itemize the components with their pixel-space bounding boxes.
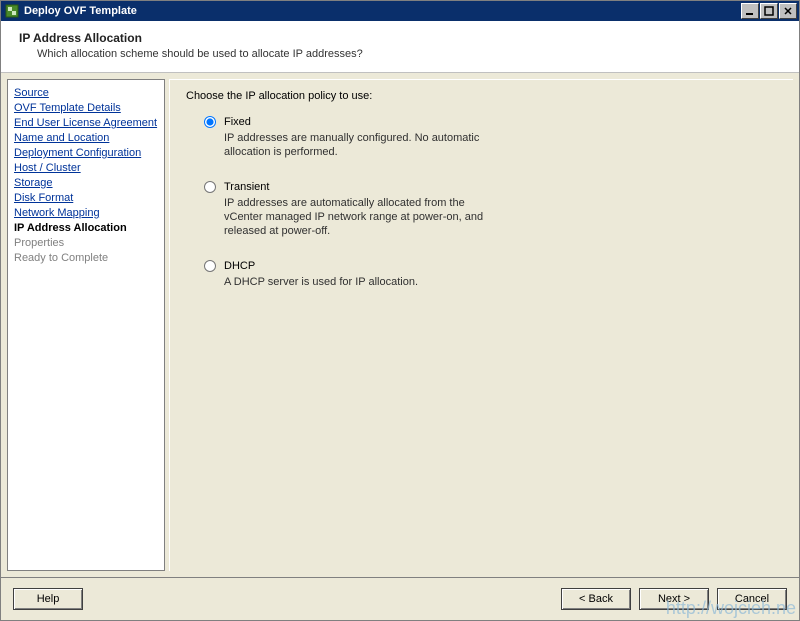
radio-transient[interactable] [204, 181, 216, 193]
radio-fixed[interactable] [204, 116, 216, 128]
window-title: Deploy OVF Template [24, 5, 137, 17]
window-frame: Deploy OVF Template IP Address Allocatio… [0, 0, 800, 621]
step-ip-address-allocation: IP Address Allocation [14, 221, 158, 235]
close-button[interactable] [779, 3, 797, 19]
option-dhcp[interactable]: DHCP A DHCP server is used for IP alloca… [186, 260, 777, 289]
step-properties: Properties [14, 236, 158, 250]
header-panel: IP Address Allocation Which allocation s… [1, 21, 799, 73]
step-ready-complete: Ready to Complete [14, 251, 158, 265]
help-button[interactable]: Help [13, 588, 83, 610]
app-icon [5, 4, 19, 18]
cancel-button[interactable]: Cancel [717, 588, 787, 610]
maximize-button[interactable] [760, 3, 778, 19]
option-fixed-label: Fixed [224, 116, 484, 128]
next-button[interactable]: Next > [639, 588, 709, 610]
step-ovf-template-details[interactable]: OVF Template Details [14, 101, 158, 115]
step-storage[interactable]: Storage [14, 176, 158, 190]
step-name-location[interactable]: Name and Location [14, 131, 158, 145]
option-fixed[interactable]: Fixed IP addresses are manually configur… [186, 116, 777, 159]
option-dhcp-label: DHCP [224, 260, 418, 272]
option-transient-label: Transient [224, 181, 484, 193]
instruction-text: Choose the IP allocation policy to use: [186, 90, 777, 102]
wizard-steps-sidebar: Source OVF Template Details End User Lic… [7, 79, 165, 571]
back-button[interactable]: < Back [561, 588, 631, 610]
content-panel: Choose the IP allocation policy to use: … [169, 79, 793, 571]
page-title: IP Address Allocation [19, 31, 781, 45]
step-network-mapping[interactable]: Network Mapping [14, 206, 158, 220]
step-source[interactable]: Source [14, 86, 158, 100]
titlebar[interactable]: Deploy OVF Template [1, 1, 799, 21]
option-dhcp-desc: A DHCP server is used for IP allocation. [224, 275, 418, 289]
step-disk-format[interactable]: Disk Format [14, 191, 158, 205]
page-subtitle: Which allocation scheme should be used t… [37, 48, 781, 60]
body: Source OVF Template Details End User Lic… [1, 73, 799, 577]
step-eula[interactable]: End User License Agreement [14, 116, 158, 130]
option-transient[interactable]: Transient IP addresses are automatically… [186, 181, 777, 238]
step-host-cluster[interactable]: Host / Cluster [14, 161, 158, 175]
radio-dhcp[interactable] [204, 260, 216, 272]
option-fixed-desc: IP addresses are manually configured. No… [224, 131, 484, 159]
footer: Help < Back Next > Cancel [1, 577, 799, 620]
option-transient-desc: IP addresses are automatically allocated… [224, 196, 484, 238]
minimize-button[interactable] [741, 3, 759, 19]
step-deployment-config[interactable]: Deployment Configuration [14, 146, 158, 160]
